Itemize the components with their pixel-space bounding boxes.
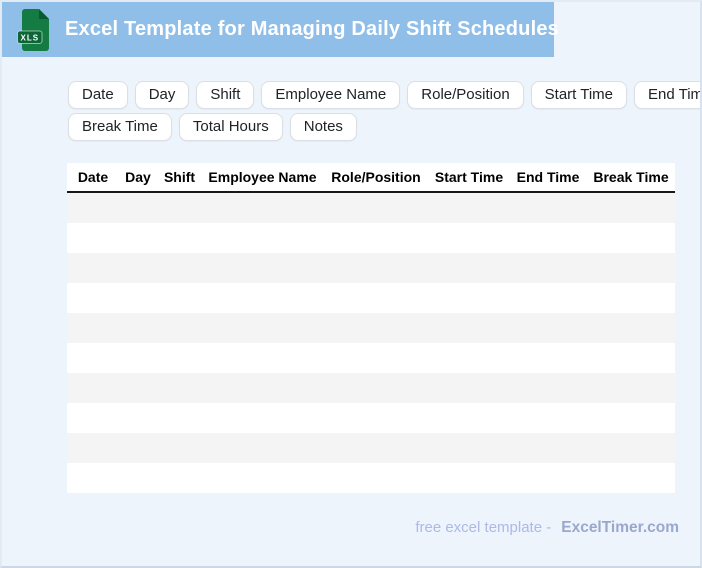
page-title: Excel Template for Managing Daily Shift … bbox=[65, 18, 559, 40]
col-header-role-position: Role/Position bbox=[331, 169, 421, 185]
col-header-employee-name: Employee Name bbox=[208, 169, 317, 185]
template-preview-page: XLS Excel Template for Managing Daily Sh… bbox=[0, 0, 702, 568]
header-banner: XLS Excel Template for Managing Daily Sh… bbox=[2, 2, 559, 57]
table-row bbox=[67, 403, 675, 433]
chip-shift[interactable]: Shift bbox=[196, 81, 255, 109]
chip-break-time[interactable]: Break Time bbox=[68, 113, 172, 141]
chip-start-time[interactable]: Start Time bbox=[530, 81, 628, 109]
chip-role-position[interactable]: Role/Position bbox=[407, 81, 524, 109]
table-row bbox=[67, 223, 675, 253]
field-chip-row-1: Date Day Shift Employee Name Role/Positi… bbox=[68, 81, 700, 109]
chip-end-time[interactable]: End Time bbox=[634, 81, 700, 109]
chip-date[interactable]: Date bbox=[68, 81, 128, 109]
chip-day[interactable]: Day bbox=[134, 81, 190, 109]
col-header-date: Date bbox=[77, 169, 109, 185]
footer-brand-link[interactable]: ExcelTimer.com bbox=[561, 519, 679, 537]
chip-employee-name[interactable]: Employee Name bbox=[261, 81, 401, 109]
table-row bbox=[67, 313, 675, 343]
col-header-break-time: Break Time bbox=[593, 169, 669, 185]
svg-text:XLS: XLS bbox=[21, 34, 40, 43]
col-header-shift: Shift bbox=[163, 169, 196, 185]
table-body bbox=[67, 193, 675, 493]
table-header-row: Date Day Shift Employee Name Role/Positi… bbox=[67, 163, 675, 193]
schedule-table: Date Day Shift Employee Name Role/Positi… bbox=[67, 163, 675, 493]
col-header-end-time: End Time bbox=[516, 169, 580, 185]
col-header-day: Day bbox=[125, 169, 151, 185]
table-row bbox=[67, 433, 675, 463]
footer-caption: free excel template - bbox=[415, 519, 552, 536]
chip-notes[interactable]: Notes bbox=[289, 113, 357, 141]
table-row bbox=[67, 193, 675, 223]
footer: free excel template - ExcelTimer.com bbox=[415, 519, 679, 537]
table-row bbox=[67, 343, 675, 373]
col-header-start-time: Start Time bbox=[434, 169, 504, 185]
table-row bbox=[67, 253, 675, 283]
field-chip-row-2: Break Time Total Hours Notes bbox=[68, 113, 357, 141]
table-row bbox=[67, 283, 675, 313]
table-row bbox=[67, 463, 675, 493]
xls-file-icon: XLS bbox=[17, 9, 49, 51]
table-row bbox=[67, 373, 675, 403]
chip-total-hours[interactable]: Total Hours bbox=[178, 113, 283, 141]
